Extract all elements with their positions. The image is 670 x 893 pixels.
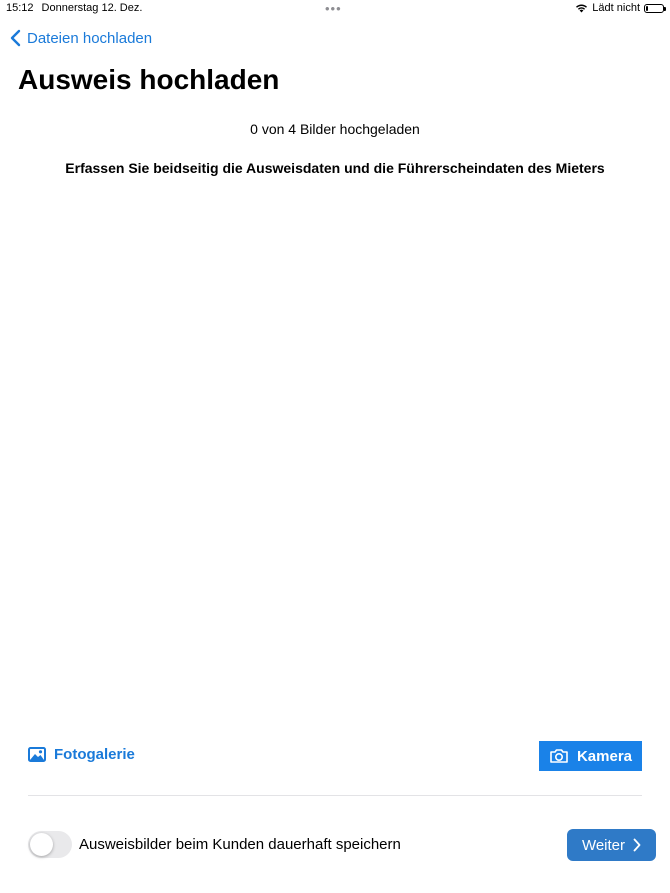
camera-button-label: Kamera (576, 747, 633, 765)
back-button-label: Dateien hochladen (27, 29, 153, 47)
page-title: Ausweis hochladen (18, 64, 280, 95)
status-date: Donnerstag 12. Dez. (41, 2, 143, 14)
next-button[interactable]: Weiter (567, 829, 656, 861)
back-button[interactable]: Dateien hochladen (10, 29, 152, 47)
chevron-left-icon (10, 29, 21, 47)
status-time: 15:12 (6, 2, 34, 14)
instruction-text: Erfassen Sie beidseitig die Ausweisdaten… (65, 160, 605, 176)
save-images-toggle[interactable] (28, 831, 72, 858)
battery-level (646, 5, 648, 11)
next-button-label: Weiter (581, 836, 626, 854)
wifi-icon (576, 4, 588, 13)
status-right: Lädt nicht (575, 2, 666, 14)
status-bar: 15:12 Donnerstag 12. Dez. ••• Lädt nicht (0, 0, 670, 18)
camera-button[interactable]: Kamera (539, 741, 642, 771)
battery-icon (644, 3, 666, 13)
camera-icon (550, 749, 568, 763)
photo-icon (28, 747, 46, 762)
upload-count: 0 von 4 Bilder hochgeladen (250, 121, 420, 137)
toggle-knob (30, 833, 53, 856)
status-left: 15:12 Donnerstag 12. Dez. (6, 2, 142, 14)
chevron-right-icon (633, 838, 641, 852)
divider (28, 795, 642, 796)
save-images-toggle-label: Ausweisbilder beim Kunden dauerhaft spei… (79, 836, 401, 853)
gallery-button[interactable]: Fotogalerie (28, 746, 135, 763)
multitasking-dots-icon[interactable]: ••• (325, 1, 342, 16)
charging-status: Lädt nicht (592, 2, 640, 14)
gallery-button-label: Fotogalerie (54, 746, 135, 763)
